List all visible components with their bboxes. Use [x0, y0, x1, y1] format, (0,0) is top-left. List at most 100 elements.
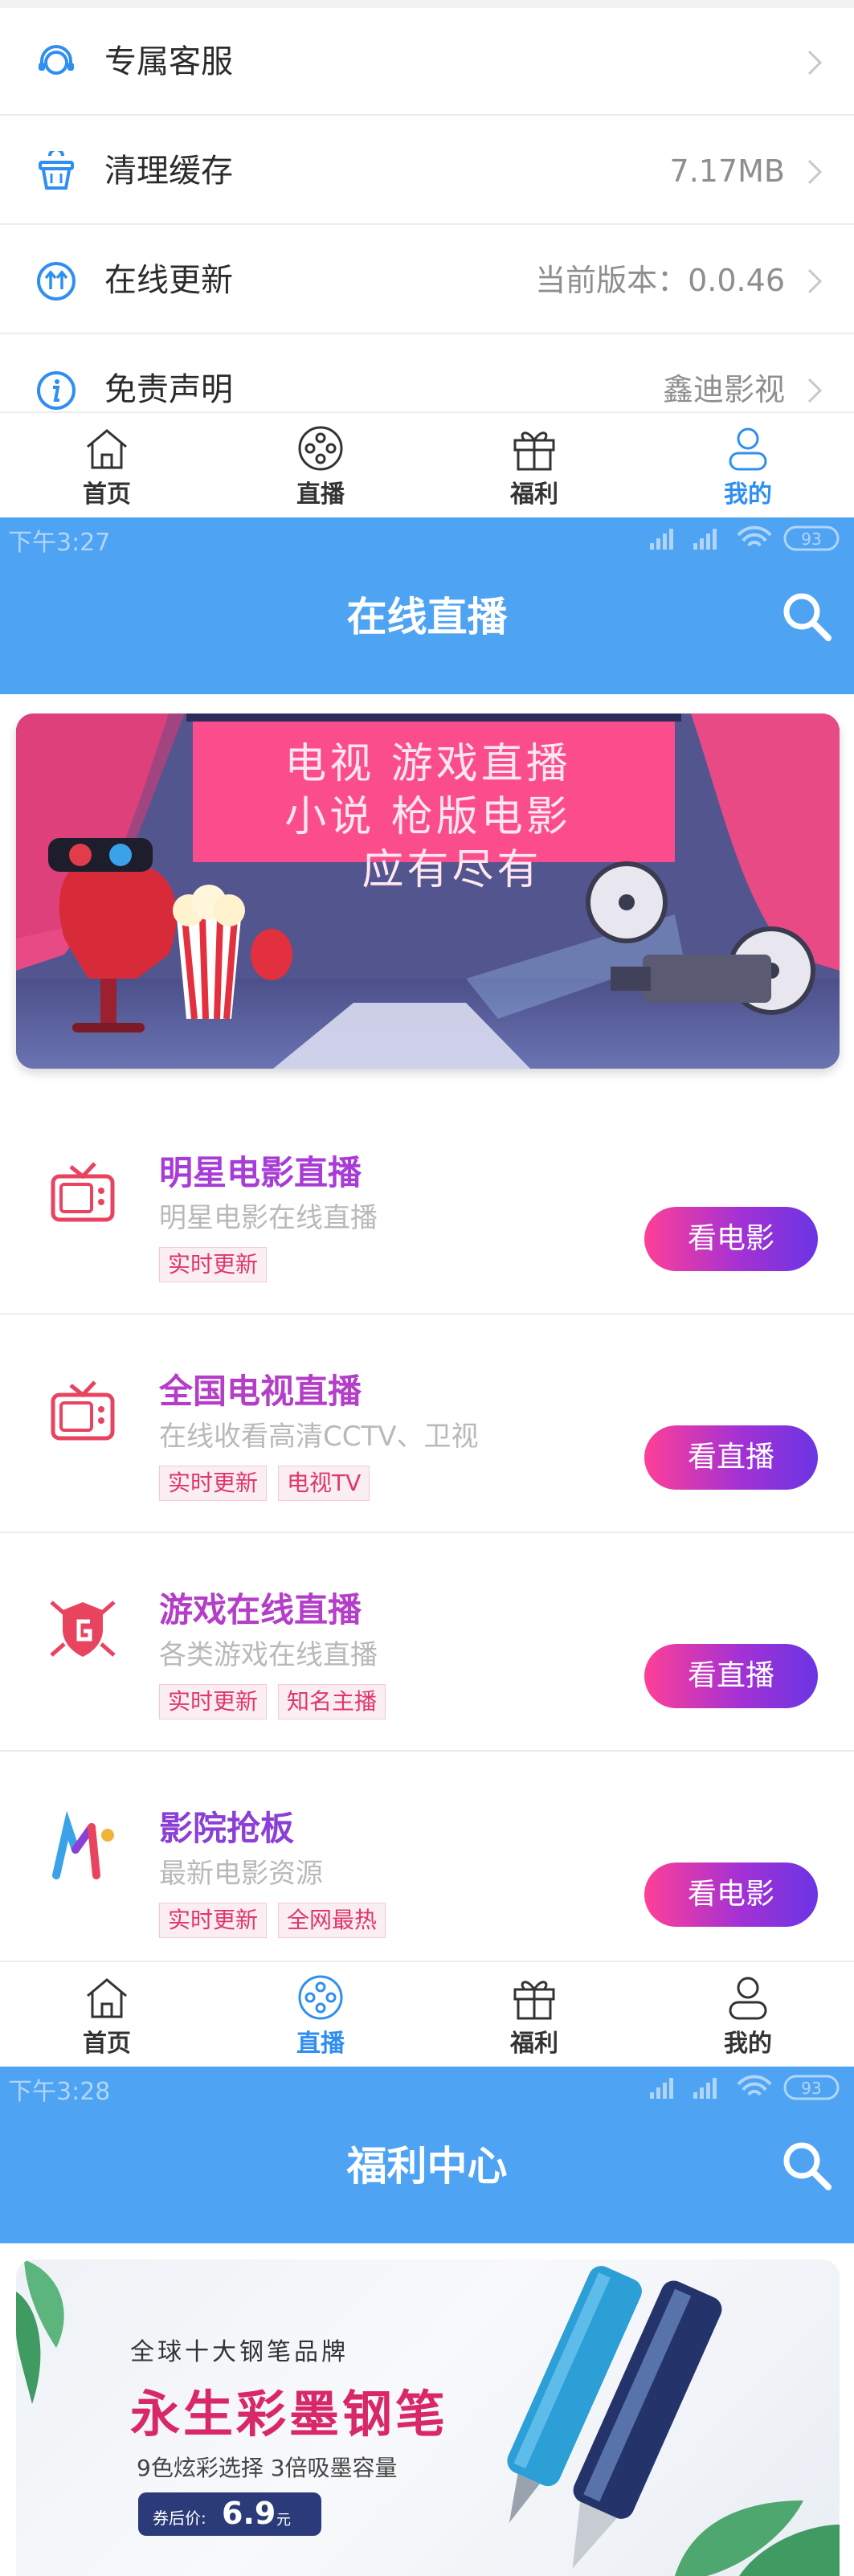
settings-item-label: 清理缓存 [104, 153, 233, 190]
live-item-title: 影院抢板 [159, 1809, 295, 1848]
tab-label: 我的 [724, 2030, 772, 2058]
version-value: 当前版本：0.0.46 [535, 263, 785, 298]
price-unit: 元 [276, 2512, 291, 2529]
tab-live[interactable]: 直播 [214, 1962, 427, 2059]
chevron-right-icon [807, 268, 823, 294]
tab-welfare[interactable]: 福利 [427, 413, 641, 509]
tab-label: 直播 [296, 480, 345, 509]
cache-size-value: 7.17MB [669, 153, 785, 189]
tag: 实时更新 [159, 1684, 268, 1719]
banner-line: 电视 游戏直播 [284, 740, 571, 788]
tab-label: 首页 [83, 480, 131, 509]
search-icon[interactable] [778, 588, 835, 644]
tab-mine[interactable]: 我的 [641, 1962, 854, 2059]
live-item-desc: 明星电影在线直播 [159, 1202, 378, 1234]
live-item-desc: 最新电影资源 [159, 1858, 323, 1890]
tab-home[interactable]: 首页 [0, 1962, 214, 2059]
tag: 实时更新 [159, 1247, 268, 1282]
battery-level: 93 [801, 530, 821, 549]
settings-item-label: 在线更新 [104, 262, 233, 299]
watch-live-button[interactable]: 看直播 [644, 1644, 818, 1708]
tag-group: 实时更新 知名主播 [159, 1684, 386, 1719]
status-icons: 93 [650, 525, 840, 551]
live-item-desc: 各类游戏在线直播 [159, 1639, 378, 1671]
banner-line: 小说 枪版电影 [284, 793, 571, 841]
status-time: 下午3:27 [8, 529, 111, 557]
status-time: 下午3:28 [8, 2078, 111, 2106]
price-tag: 券后价: 6.9 元 [138, 2492, 321, 2536]
chevron-right-icon [807, 50, 823, 76]
live-item-title: 游戏在线直播 [159, 1590, 362, 1629]
cinema-logo-icon [52, 1811, 114, 1879]
headset-icon [39, 45, 74, 75]
home-icon [87, 1978, 127, 2018]
tab-label: 首页 [83, 2030, 131, 2058]
disclaimer-value: 鑫迪影视 [662, 372, 785, 407]
live-item-cinema[interactable]: 影院抢板 最新电影资源 实时更新 全网最热 看电影 [0, 1753, 854, 1970]
watch-movie-button[interactable]: 看电影 [644, 1862, 818, 1927]
tab-welfare[interactable]: 福利 [427, 1962, 641, 2059]
info-icon [37, 371, 76, 410]
home-icon [87, 429, 127, 469]
page-title: 在线直播 [346, 594, 508, 640]
live-item-game-live[interactable]: 游戏在线直播 各类游戏在线直播 实时更新 知名主播 看直播 [0, 1535, 854, 1752]
tab-live[interactable]: 直播 [214, 413, 427, 509]
tab-home[interactable]: 首页 [0, 413, 214, 509]
update-icon [37, 262, 76, 301]
tag-group: 实时更新 [159, 1247, 268, 1282]
watch-movie-button[interactable]: 看电影 [644, 1207, 818, 1271]
settings-item-label: 免责声明 [104, 371, 233, 408]
tag: 知名主播 [278, 1684, 386, 1719]
watch-live-button[interactable]: 看直播 [644, 1425, 818, 1490]
settings-item-clear-cache[interactable]: 清理缓存 7.17MB [0, 117, 854, 225]
bottom-tab-bar: 首页 直播 福利 我的 [0, 411, 854, 516]
tab-label: 我的 [724, 480, 772, 509]
live-header: 下午3:27 93 在线直播 [0, 517, 854, 694]
price-value: 6.9 [222, 2496, 276, 2531]
promo-headline: 永生彩墨钢笔 [130, 2385, 449, 2443]
live-banner[interactable]: 电视 游戏直播 小说 枪版电影 应有尽有 [16, 714, 840, 1069]
tag: 实时更新 [159, 1903, 268, 1938]
page-title: 福利中心 [346, 2143, 508, 2190]
live-item-star-movie[interactable]: 明星电影直播 明星电影在线直播 实时更新 看电影 [0, 1098, 854, 1315]
tag: 全网最热 [278, 1903, 386, 1938]
basket-icon [39, 151, 74, 190]
live-item-title: 明星电影直播 [159, 1153, 362, 1192]
tab-label: 直播 [296, 2030, 345, 2058]
price-label: 券后价: [153, 2509, 206, 2528]
film-reel-icon [298, 426, 343, 471]
live-item-title: 全国电视直播 [159, 1372, 362, 1411]
promo-subline: 9色炫彩选择 3倍吸墨容量 [137, 2455, 398, 2481]
tab-label: 福利 [510, 2030, 558, 2058]
tab-mine[interactable]: 我的 [641, 413, 854, 509]
bottom-tab-bar: 首页 直播 福利 我的 [0, 1961, 854, 2065]
chevron-right-icon [807, 378, 823, 403]
banner-line: 应有尽有 [362, 846, 542, 894]
live-item-national-tv[interactable]: 全国电视直播 在线收看高清CCTV、卫视 实时更新 电视TV 看直播 [0, 1316, 854, 1533]
settings-item-online-update[interactable]: 在线更新 当前版本：0.0.46 [0, 227, 854, 334]
settings-item-customer-service[interactable]: 专属客服 [0, 8, 854, 116]
tv-icon [51, 1162, 115, 1222]
gift-icon [513, 431, 555, 471]
tag-group: 实时更新 全网最热 [159, 1903, 386, 1938]
brand-line: 全球十大钢笔品牌 [130, 2338, 349, 2366]
tab-label: 福利 [510, 480, 558, 509]
tag-group: 实时更新 电视TV [159, 1466, 370, 1501]
settings-item-label: 专属客服 [104, 43, 233, 80]
live-item-desc: 在线收看高清CCTV、卫视 [159, 1421, 479, 1453]
settings-top-strip [0, 0, 854, 8]
chevron-right-icon [807, 159, 823, 185]
user-icon [729, 1977, 767, 2020]
game-shield-icon [50, 1601, 116, 1657]
search-icon[interactable] [778, 2137, 835, 2194]
welfare-header: 下午3:28 93 福利中心 [0, 2067, 854, 2243]
tag: 电视TV [278, 1466, 370, 1501]
tag: 实时更新 [159, 1466, 268, 1501]
film-reel-icon [298, 1975, 343, 2020]
user-icon [729, 427, 767, 471]
battery-level: 93 [801, 2079, 821, 2098]
status-icons: 93 [650, 2075, 840, 2100]
pen-promo-banner[interactable]: 全球十大钢笔品牌 永生彩墨钢笔 9色炫彩选择 3倍吸墨容量 券后价: 6.9 元 [16, 2259, 840, 2576]
gift-icon [513, 1981, 555, 2020]
settings-item-disclaimer[interactable]: 免责声明 鑫迪影视 [0, 336, 854, 416]
